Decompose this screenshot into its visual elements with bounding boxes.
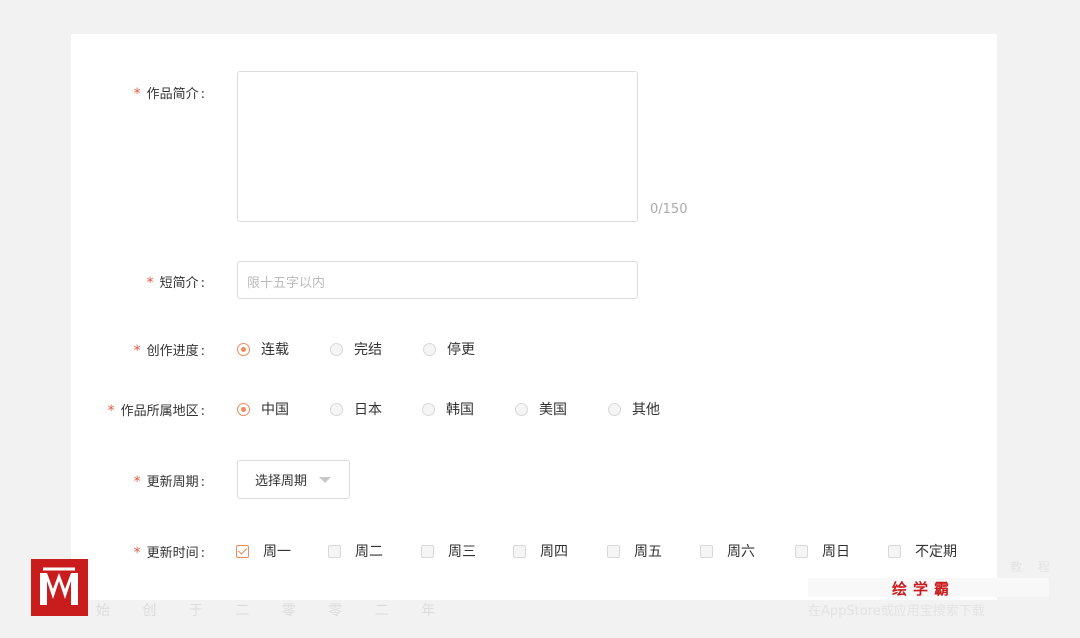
watermark-top-right: 教 程 (1010, 560, 1056, 574)
radio-icon (330, 402, 343, 416)
radio-icon (423, 342, 436, 356)
time-option-wednesday[interactable]: 周三 (421, 541, 476, 561)
watermark-bottom-right: 在AppStore或应用宝搜索下载 (808, 604, 985, 619)
time-option-friday[interactable]: 周五 (607, 541, 662, 561)
intro-textarea[interactable] (237, 71, 638, 222)
radio-icon (330, 342, 343, 356)
progress-option-finished[interactable]: 完结 (330, 339, 382, 359)
region-option-japan[interactable]: 日本 (330, 399, 382, 419)
region-option-korea[interactable]: 韩国 (422, 399, 474, 419)
checkbox-icon (421, 544, 434, 558)
progress-option-paused[interactable]: 停更 (423, 339, 475, 359)
checkbox-icon (607, 544, 620, 558)
time-option-irregular[interactable]: 不定期 (888, 541, 957, 561)
intro-label: * 作品简介: (133, 86, 205, 102)
radio-checked-icon (237, 402, 250, 416)
time-option-monday[interactable]: 周一 (236, 541, 291, 561)
cycle-label: * 更新周期: (133, 474, 205, 490)
checkbox-icon (888, 544, 901, 558)
intro-counter: 0/150 (650, 202, 688, 217)
radio-icon (515, 402, 528, 416)
checkbox-checked-icon (236, 544, 249, 558)
checkbox-icon (700, 544, 713, 558)
checkbox-icon (328, 544, 341, 558)
cycle-select[interactable]: 选择周期 (237, 460, 350, 499)
watermark-bottom-left: 始 创 于 二 零 零 二 年 (96, 603, 450, 619)
short-intro-input[interactable]: 限十五字以内 (237, 261, 638, 299)
brand-logo (31, 559, 88, 616)
time-option-saturday[interactable]: 周六 (700, 541, 755, 561)
short-label: * 短简介: (146, 275, 205, 291)
radio-icon (422, 402, 435, 416)
progress-label: * 创作进度: (133, 343, 205, 359)
progress-option-serializing[interactable]: 连载 (237, 339, 289, 359)
time-label: * 更新时间: (133, 545, 205, 561)
time-option-sunday[interactable]: 周日 (795, 541, 850, 561)
caret-down-icon (319, 476, 332, 483)
time-option-thursday[interactable]: 周四 (513, 541, 568, 561)
region-option-china[interactable]: 中国 (237, 399, 289, 419)
region-option-usa[interactable]: 美国 (515, 399, 567, 419)
region-label: * 作品所属地区: (107, 403, 205, 419)
watermark-brand: 绘学霸 (892, 580, 956, 598)
radio-icon (608, 402, 621, 416)
radio-checked-icon (237, 342, 250, 356)
time-option-tuesday[interactable]: 周二 (328, 541, 383, 561)
checkbox-icon (795, 544, 808, 558)
checkbox-icon (513, 544, 526, 558)
region-option-other[interactable]: 其他 (608, 399, 660, 419)
